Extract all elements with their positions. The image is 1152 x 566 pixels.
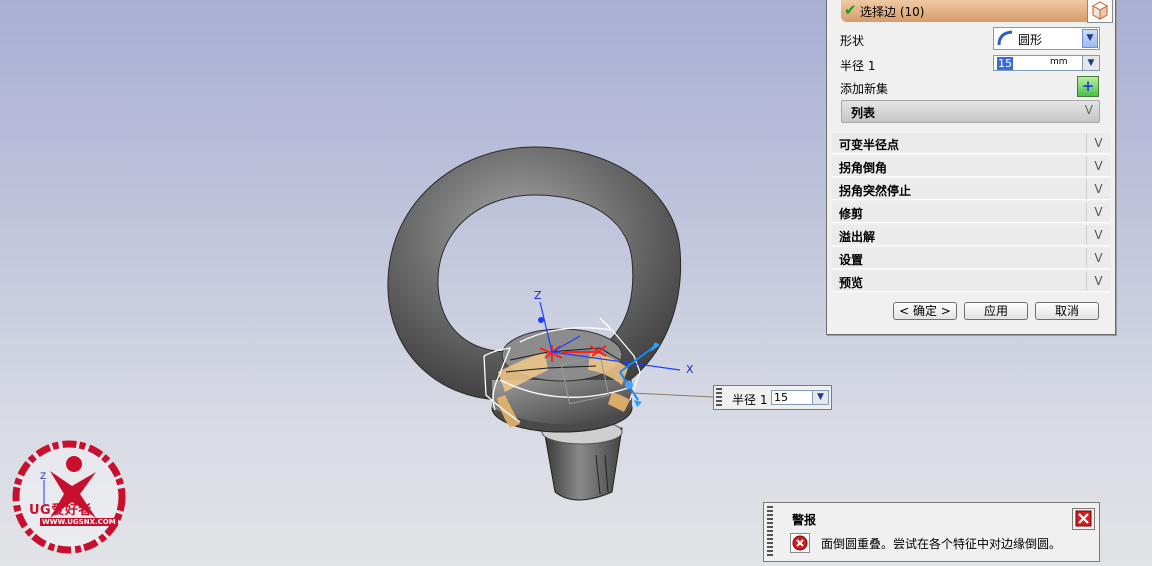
add-set-icon[interactable]: + [1077,76,1099,97]
section-preview[interactable]: 预览 V [832,271,1110,292]
section-settings[interactable]: 设置 V [832,248,1110,269]
section-label: 修剪 [839,207,864,221]
chevron-down-icon[interactable]: ▼ [1082,29,1098,48]
chevron-down-icon[interactable]: V [1086,225,1110,245]
edge-blend-dialog: ✔ 选择边 (10) 形状 圆形 ▼ 半径 1 15 mm ▼ 添加新集 + 列… [826,0,1116,335]
arc-shape-icon [997,30,1013,46]
shape-label: 形状 [840,34,865,48]
alert-message: 面倒圆重叠。尝试在各个特征中对边缘倒圆。 [821,537,1062,551]
section-label: 拐角突然停止 [839,184,912,198]
axis-x-label: X [686,363,694,376]
onscreen-radius-field[interactable]: 半径 1 15 ▼ [713,385,832,410]
onscreen-radius-input[interactable]: 15 ▼ [771,390,829,405]
drag-handle[interactable] [767,506,773,558]
corner-axis-z-label: Z [40,472,46,482]
radius-menu-icon[interactable]: ▼ [812,391,828,404]
onscreen-radius-value: 15 [774,391,788,404]
alert-panel: 警报 面倒圆重叠。尝试在各个特征中对边缘倒圆。 [763,502,1100,562]
select-edge-row[interactable]: ✔ 选择边 (10) [841,0,1113,23]
watermark-url: WWW.UGSNX.COM [40,518,118,526]
section-trim[interactable]: 修剪 V [832,202,1110,223]
drag-handle[interactable] [716,388,722,407]
apply-button[interactable]: 应用 [964,302,1028,320]
section-label: 可变半径点 [839,138,900,152]
ok-button[interactable]: < 确定 > [893,302,957,320]
section-stop-short[interactable]: 拐角突然停止 V [832,179,1110,200]
cancel-button[interactable]: 取消 [1035,302,1099,320]
list-section[interactable]: 列表 V [841,100,1100,123]
section-overflow[interactable]: 溢出解 V [832,225,1110,246]
error-icon [790,533,810,553]
axis-z-label: Z [534,289,542,302]
close-icon[interactable] [1072,508,1095,530]
chevron-down-icon[interactable]: V [1086,133,1110,153]
chevron-down-icon[interactable]: V [1086,202,1110,222]
section-label: 设置 [839,253,864,267]
watermark-brand: UG爱好者 [29,503,92,518]
onscreen-radius-label: 半径 1 [732,393,768,407]
chevron-down-icon[interactable]: V [1086,179,1110,199]
cube-icon[interactable] [1087,0,1113,23]
radius-menu-icon[interactable]: ▼ [1082,56,1099,70]
chevron-down-icon[interactable]: V [1086,271,1110,291]
select-edge-label: 选择边 (10) [860,5,925,19]
shape-value: 圆形 [1018,33,1043,47]
radius-unit: mm [1050,57,1068,67]
radius-label: 半径 1 [840,59,876,73]
alert-title: 警报 [792,513,817,527]
radius-input[interactable]: 15 mm ▼ [993,55,1100,71]
section-variable-radius[interactable]: 可变半径点 V [832,133,1110,154]
check-icon: ✔ [844,1,857,19]
section-label: 拐角倒角 [839,161,888,175]
radius-value: 15 [997,57,1013,70]
section-label: 预览 [839,276,864,290]
chevron-down-icon: V [1084,103,1093,117]
section-label: 溢出解 [839,230,876,244]
chevron-down-icon[interactable]: V [1086,156,1110,176]
list-label: 列表 [851,106,876,120]
chevron-down-icon[interactable]: V [1086,248,1110,268]
add-set-label: 添加新集 [840,82,889,96]
shape-dropdown[interactable]: 圆形 ▼ [993,27,1100,50]
section-corner-setback[interactable]: 拐角倒角 V [832,156,1110,177]
ugsnx-logo: Z [12,440,126,554]
